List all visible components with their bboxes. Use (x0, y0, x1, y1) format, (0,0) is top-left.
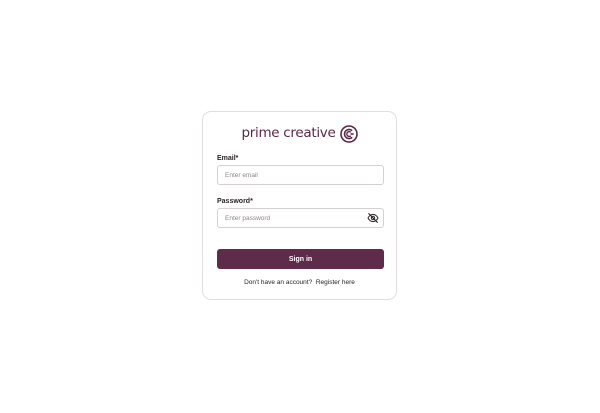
password-label: Password* (217, 198, 253, 205)
password-input[interactable] (217, 208, 384, 228)
eye-off-icon[interactable] (367, 212, 379, 224)
register-prompt: Don't have an account? (244, 279, 313, 286)
brand-logo: prime creative (203, 124, 396, 144)
register-link[interactable]: Register here (316, 279, 355, 286)
brand-name: prime creative (241, 125, 336, 142)
pc-circle-logo-icon (339, 125, 358, 143)
login-card: prime creative Email* Password* Sign in (202, 111, 397, 300)
sign-in-button[interactable]: Sign in (217, 249, 384, 269)
register-prompt-line: Don't have an account? Register here (203, 279, 396, 287)
login-page: prime creative Email* Password* Sign in (0, 0, 600, 413)
email-input[interactable] (217, 165, 384, 185)
email-label: Email* (217, 155, 239, 162)
